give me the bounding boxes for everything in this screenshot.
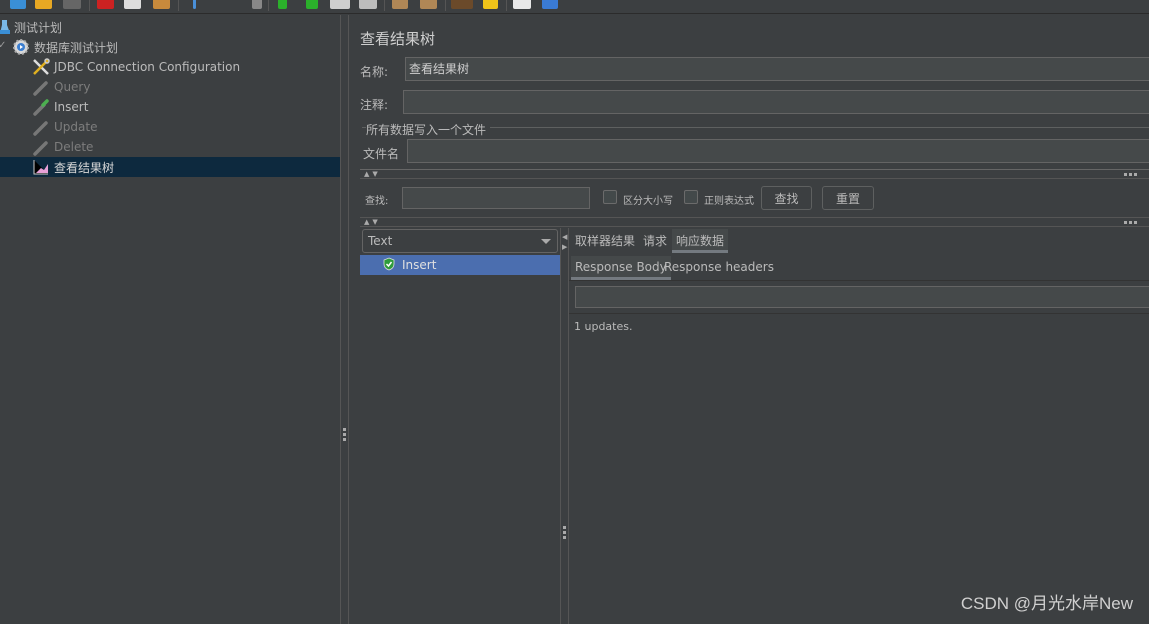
thread-group-icon [12,38,30,56]
divider [569,280,1149,281]
name-label: 名称: [360,65,389,79]
divider [360,217,1149,218]
tree-item-update[interactable]: Update [32,117,97,137]
sampler-icon [32,78,50,96]
tree-item-view-results-tree[interactable]: 查看结果树 [0,157,340,177]
more-dots-icon[interactable] [1124,173,1137,176]
renderer-select[interactable]: Text [362,229,558,253]
splitter-grip-icon [343,428,346,441]
toolbar-separator [384,0,385,11]
toolbar [0,0,1149,14]
toggle-icon[interactable] [252,0,262,9]
panel-title: 查看结果树 [360,30,436,48]
tree-item-label: 查看结果树 [54,160,115,175]
divider [360,178,1149,179]
response-search-field[interactable] [575,286,1149,308]
function-helper-icon[interactable] [513,0,531,9]
tree-item-label: 测试计划 [14,20,63,35]
success-shield-icon [382,257,396,274]
response-body-text: 1 updates. [574,320,633,333]
tree-item-delete[interactable]: Delete [32,137,93,157]
collapse-left-right-icon[interactable]: ◀ ▶ [562,232,567,252]
search-icon[interactable] [451,0,473,9]
comment-field[interactable] [403,90,1149,114]
divider [569,313,1149,314]
shutdown-icon[interactable] [359,0,377,9]
tree-item-jdbc-config[interactable]: JDBC Connection Configuration [32,57,240,77]
result-item-insert[interactable]: Insert [360,255,560,275]
sampler-icon [32,98,50,116]
copy-icon[interactable] [124,0,141,9]
listener-icon [32,158,50,176]
search-label: 查找: [365,196,389,207]
case-sensitive-checkbox[interactable] [603,190,617,204]
watermark: CSDN @月光水岸New [960,594,1133,613]
divider [360,169,1149,170]
toolbar-separator [268,0,269,11]
find-button[interactable]: 查找 [761,186,812,210]
clear-all-icon[interactable] [420,0,437,9]
collapse-arrows-icon[interactable]: ▲▼ [364,218,381,226]
sampler-icon [32,138,50,156]
subtab-response-headers[interactable]: Response headers [660,256,778,280]
toolbar-separator [506,0,507,11]
tree-item-label: Update [54,120,98,134]
filename-label: 文件名 [363,147,400,161]
clear-icon[interactable] [392,0,408,9]
tree-item-thread-group[interactable]: ✓ 数据库测试计划 [0,37,118,57]
toolbar-separator [89,0,90,11]
tree-splitter[interactable] [340,15,349,624]
reset-button[interactable]: 重置 [822,186,874,210]
config-element-icon [32,58,50,76]
start-no-pause-icon[interactable] [306,0,318,9]
toolbar-separator [178,0,179,11]
save-icon[interactable] [63,0,81,9]
start-icon[interactable] [278,0,287,9]
tree-item-query[interactable]: Query [32,77,90,97]
toolbar-separator [445,0,446,11]
tree-item-label: 数据库测试计划 [34,40,119,55]
name-field[interactable]: 查看结果树 [405,57,1149,81]
cut-icon[interactable] [97,0,114,9]
tab-response-data[interactable]: 响应数据 [672,229,729,253]
tree-item-insert[interactable]: Insert [32,97,88,117]
results-splitter[interactable]: ◀ ▶ [560,228,569,624]
paste-icon[interactable] [153,0,170,9]
result-item-label: Insert [402,258,437,272]
tree-item-label: JDBC Connection Configuration [54,60,241,74]
reset-search-icon[interactable] [483,0,498,9]
templates-icon[interactable] [10,0,26,9]
tree-item-label: Query [54,80,91,94]
comment-label: 注释: [360,98,389,112]
open-icon[interactable] [35,0,52,9]
tree-item-label: Insert [54,100,89,114]
file-group-label: 所有数据写入一个文件 [366,123,487,137]
splitter-grip-icon [563,526,566,539]
more-dots-icon[interactable] [1124,221,1137,224]
collapse-arrows-icon[interactable]: ▲▼ [364,170,381,178]
chevron-down-icon [541,239,551,244]
test-plan-tree: 测试计划 ✓ 数据库测试计划 JDBC Connection Configura… [0,15,340,624]
regex-label: 正则表达式 [704,196,754,207]
case-sensitive-label: 区分大小写 [623,196,673,207]
expand-icon[interactable] [193,0,196,9]
subtab-response-body[interactable]: Response Body [571,256,671,280]
help-icon[interactable] [542,0,558,9]
tab-sampler-result[interactable]: 取样器结果 [571,229,639,253]
tree-item-label: Delete [54,140,94,154]
sampler-icon [32,118,50,136]
view-results-tree-panel: 查看结果树 名称: 查看结果树 注释: 所有数据写入一个文件 文件名 ▲▼ 查找… [350,15,1149,624]
renderer-select-value: Text [368,234,393,248]
file-group-border [490,127,1149,128]
filename-field[interactable] [407,139,1149,163]
search-field[interactable] [402,187,590,209]
tree-item-test-plan[interactable]: 测试计划 [0,17,62,37]
tab-request[interactable]: 请求 [639,229,671,253]
divider [360,226,1149,227]
test-plan-icon [0,18,10,36]
stop-icon[interactable] [330,0,350,9]
regex-checkbox[interactable] [684,190,698,204]
chevron-down-icon[interactable]: ✓ [0,40,6,51]
